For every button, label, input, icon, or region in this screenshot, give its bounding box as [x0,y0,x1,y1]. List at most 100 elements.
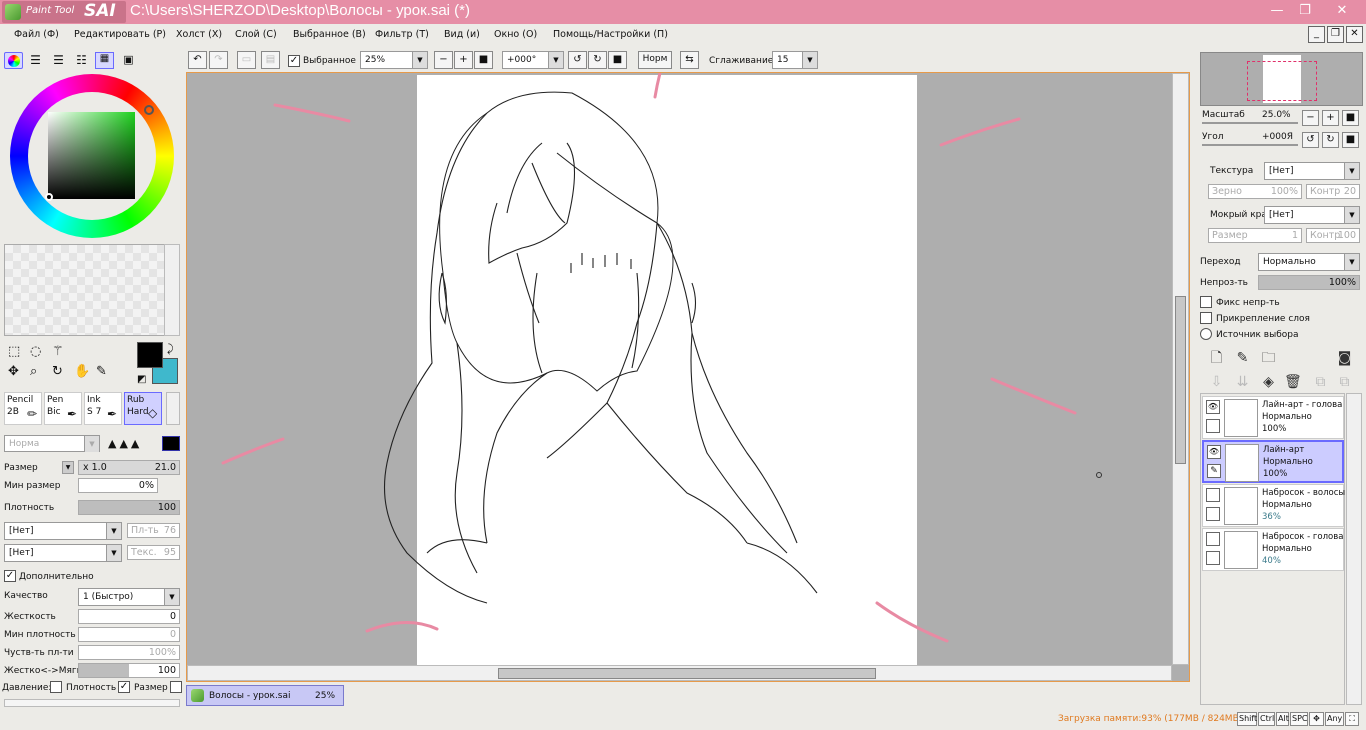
navigator-preview[interactable] [1200,52,1363,106]
color-wheel-tab[interactable] [4,52,23,69]
mask-icon[interactable]: ◙ [1336,350,1353,367]
menu-help[interactable]: Помощь/Настройки (П) [553,29,668,40]
swatches-tab[interactable]: ▦ [95,52,114,69]
swap-colors-icon[interactable]: ⤸ [167,342,174,356]
pressure-density-checkbox[interactable] [50,681,62,693]
grain-field[interactable]: Зерно 100% [1208,184,1302,199]
visibility-toggle[interactable] [1206,532,1220,546]
size-dropdown-icon[interactable]: ▼ [62,461,74,474]
restore-button[interactable]: ❐ [1294,2,1316,20]
clip-layer-checkbox[interactable] [1200,312,1212,324]
menu-edit[interactable]: Редактировать (Р) [74,29,166,40]
panel-scrollbar[interactable] [4,699,180,707]
norm-button[interactable]: Норм [638,51,672,69]
contrast-field[interactable]: Контр 20 [1306,184,1360,199]
brush-pen[interactable]: Pen Bic ✒ [44,392,82,425]
wet-edge-select[interactable]: [Нет] ▼ [1264,206,1360,224]
zoom-reset-icon[interactable]: ■ [474,51,493,69]
min-density-field[interactable]: 0 [78,627,180,642]
lasso-icon[interactable]: ◌ [30,344,41,359]
eye-icon[interactable]: 👁 [1207,445,1221,459]
layer-texture-select[interactable]: [Нет] ▼ [1264,162,1360,180]
move-icon[interactable]: ✥ [8,364,19,379]
hsv-slider-tab[interactable]: ☰ [50,53,67,68]
lock-toggle[interactable] [1206,551,1220,565]
rotate-reset-icon[interactable]: ■ [608,51,627,69]
mdi-minimize-button[interactable]: _ [1308,26,1325,43]
lock-toggle[interactable] [1206,507,1220,521]
magic-wand-icon[interactable]: ⚚ [52,344,64,359]
sensitivity-field[interactable]: 100% [78,645,180,660]
texture2-select[interactable]: [Нет] ▼ [4,544,122,562]
nav-zoom-slider[interactable] [1202,122,1298,124]
mdi-restore-button[interactable]: ❐ [1327,26,1344,43]
rotate-icon[interactable]: ↻ [52,364,63,379]
redo-icon[interactable]: ↷ [209,51,228,69]
brush-scrollbar[interactable] [166,392,180,425]
menu-canvas[interactable]: Холст (Х) [176,29,222,40]
new-layer-icon[interactable]: 🗋 [1208,350,1225,367]
saturation-value-square[interactable] [48,112,135,199]
selection-checkbox[interactable]: ✓ [288,55,300,67]
selection-source-radio[interactable] [1200,328,1212,340]
layer-item-selected[interactable]: 👁 ✎ Лайн-арт Нормально 100% [1202,440,1344,483]
color-marker[interactable] [45,193,53,201]
zoom-icon[interactable]: ⌕ [30,364,37,379]
menu-layer[interactable]: Слой (С) [235,29,277,40]
layer-item[interactable]: Набросок - голова Нормально 40% [1202,528,1344,571]
nav-rotate-left-icon[interactable]: ↺ [1302,132,1319,148]
minimize-button[interactable]: — [1266,2,1288,20]
density-slider[interactable]: 100 [78,500,180,515]
zoom-out-icon[interactable]: − [434,51,453,69]
eyedropper-icon[interactable]: ✎ [96,364,107,379]
reset-colors-icon[interactable]: ◩ [137,374,146,385]
nav-zoom-out-icon[interactable]: − [1302,110,1319,126]
rotate-right-icon[interactable]: ↻ [588,51,607,69]
size-slider[interactable]: x 1.0 21.0 [78,460,180,475]
nav-rotate-right-icon[interactable]: ↻ [1322,132,1339,148]
rgb-slider-tab[interactable]: ☰ [27,53,44,68]
nav-angle-slider[interactable] [1202,144,1298,146]
copy-down-icon[interactable]: ⇩ [1208,374,1225,391]
document-tab[interactable]: Волосы - урок.sai 25% [186,685,344,706]
hue-marker[interactable] [144,105,154,115]
lock-toggle[interactable] [1206,419,1220,433]
brush-eraser[interactable]: Rub Hard ◇ [124,392,162,425]
new-folder-icon[interactable]: 🗀 [1260,350,1277,367]
texture2-amount[interactable]: Текс. 95 [127,545,180,560]
pressure-extra-checkbox[interactable] [170,681,182,693]
eye-icon[interactable]: 👁 [1206,400,1220,414]
hard-soft-slider[interactable]: 100 [78,663,180,678]
layer-item[interactable]: Набросок - волосы Нормально 36% [1202,484,1345,527]
hand-icon[interactable]: ✋ [74,364,90,379]
layer-scrollbar[interactable] [1346,393,1362,705]
swatch-area[interactable] [4,244,180,336]
nav-zoom-in-icon[interactable]: + [1322,110,1339,126]
zoom-in-icon[interactable]: + [454,51,473,69]
rotate-left-icon[interactable]: ↺ [568,51,587,69]
layer-item[interactable]: 👁 Лайн-арт - голова Нормально 100% [1202,396,1344,439]
nav-zoom-reset-icon[interactable]: ■ [1342,110,1359,126]
wet-contrast-field[interactable]: Контр 100 [1306,228,1360,243]
mdi-close-button[interactable]: ✕ [1346,26,1363,43]
wet-size-field[interactable]: Размер 1 [1208,228,1302,243]
deselect-icon[interactable]: ▭ [237,51,256,69]
zoom-select[interactable]: 25% ▼ [360,51,428,69]
layer-blend-select[interactable]: Нормально ▼ [1258,253,1360,271]
brush-shape-flat[interactable] [162,436,180,451]
nav-rotate-reset-icon[interactable]: ■ [1342,132,1359,148]
mixer-tab[interactable]: ☷ [73,53,90,68]
horizontal-scrollbar[interactable] [187,665,1172,681]
primary-color[interactable] [137,342,163,368]
menu-view[interactable]: Вид (и) [444,29,480,40]
angle-select[interactable]: +000° ▼ [502,51,564,69]
rect-select-icon[interactable]: ⬚ [8,344,20,359]
brush-pencil[interactable]: Pencil 2B ✏ [4,392,42,425]
new-linework-layer-icon[interactable]: ✎ [1234,350,1251,367]
min-size-field[interactable]: 0% [78,478,158,493]
layer-opacity-slider[interactable]: 100% [1258,275,1360,290]
visibility-toggle[interactable] [1206,488,1220,502]
vertical-scrollbar[interactable] [1172,73,1189,665]
undo-icon[interactable]: ↶ [188,51,207,69]
clear-layer-icon[interactable]: ◈ [1260,374,1277,391]
